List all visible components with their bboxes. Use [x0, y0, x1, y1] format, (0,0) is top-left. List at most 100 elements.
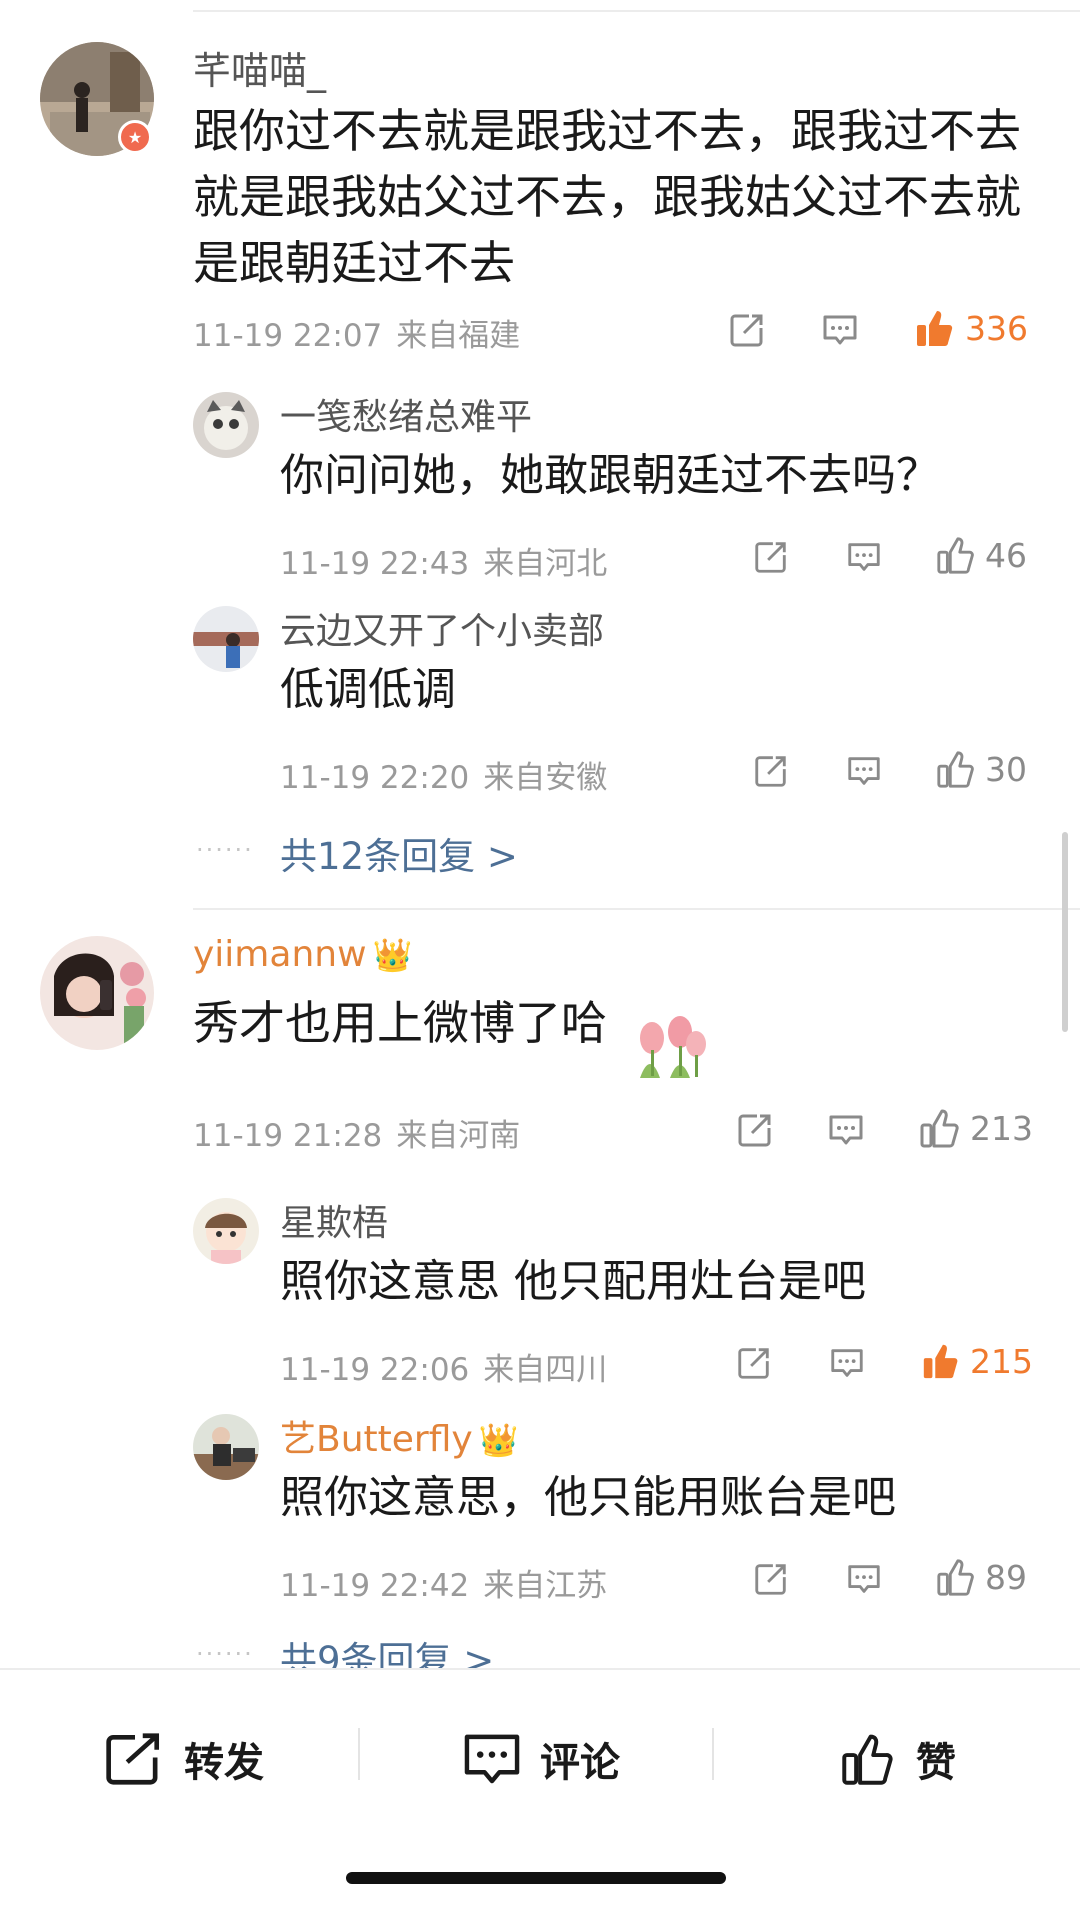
home-indicator[interactable]	[346, 1872, 726, 1884]
like-icon	[917, 311, 953, 346]
separator	[358, 1728, 360, 1780]
bottom-action-bar: 转发 评论 赞	[0, 1668, 1080, 1923]
reply-username[interactable]: 一笺愁绪总难平	[280, 388, 532, 440]
reply-meta: 11-19 22:06 来自四川	[280, 1344, 607, 1389]
comment-meta: 11-19 21:28 来自河南	[193, 1110, 520, 1155]
comment-button[interactable]	[845, 752, 883, 790]
comment-button[interactable]	[826, 1110, 866, 1150]
divider-dots: ······	[196, 836, 254, 864]
like-count: 213	[970, 1108, 1033, 1148]
like-icon	[937, 1559, 974, 1596]
reply-location: 来自安徽	[483, 760, 608, 796]
comment-button[interactable]	[828, 1344, 866, 1382]
separator	[712, 1728, 714, 1780]
scrollbar[interactable]	[1062, 832, 1068, 1032]
like-icon	[920, 1109, 959, 1148]
comment-icon	[848, 543, 880, 571]
repost-icon	[738, 1348, 769, 1379]
like-icon	[937, 537, 974, 574]
section-divider	[193, 908, 1080, 910]
username-text: 艺Butterfly	[280, 1419, 473, 1460]
crown-icon: 👑	[372, 936, 413, 974]
comment-location: 来自福建	[396, 318, 521, 354]
comment-username[interactable]: yiimannw 👑	[193, 934, 412, 975]
repost-icon	[755, 1564, 786, 1595]
repost-icon	[106, 1733, 160, 1785]
reply-meta: 11-19 22:42 来自江苏	[280, 1560, 607, 1605]
reply-location: 来自江苏	[483, 1568, 608, 1604]
like-count: 46	[985, 535, 1027, 575]
like-count: 336	[965, 308, 1028, 348]
repost-icon	[730, 314, 763, 347]
comment-button[interactable]	[845, 1560, 883, 1598]
top-divider	[193, 10, 1080, 12]
divider-dots: ······	[196, 1640, 254, 1668]
reply-text: 低调低调	[280, 664, 456, 715]
like-button[interactable]: 213	[918, 1106, 1033, 1150]
repost-icon	[738, 1114, 771, 1147]
verified-badge-icon: ★	[118, 120, 152, 154]
crown-icon: 👑	[478, 1421, 519, 1459]
reply-text: 照你这意思 他只配用灶台是吧	[280, 1256, 866, 1307]
like-button[interactable]: 30	[935, 748, 1027, 790]
reply-time: 11-19 22:20	[280, 760, 470, 796]
avatar[interactable]	[193, 606, 259, 672]
comment-icon	[464, 1734, 520, 1784]
reply-location: 来自四川	[483, 1352, 608, 1388]
more-replies-link[interactable]: 共12条回复 >	[280, 826, 518, 880]
like-button[interactable]: 89	[935, 1556, 1027, 1598]
reply-username[interactable]: 云边又开了个小卖部	[280, 602, 604, 654]
comment-icon	[823, 315, 857, 345]
like-count: 30	[985, 749, 1027, 789]
avatar[interactable]	[193, 1414, 259, 1480]
comment-button[interactable]: 评论	[462, 1730, 620, 1788]
repost-button[interactable]	[752, 538, 790, 576]
username-text: yiimannw	[193, 934, 367, 975]
like-icon	[842, 1734, 893, 1785]
like-button[interactable]: 46	[935, 534, 1027, 576]
reply-time: 11-19 22:06	[280, 1352, 470, 1388]
reply-time: 11-19 22:43	[280, 546, 470, 582]
comment-text: 跟你过不去就是跟我过不去，跟我过不去就是跟我姑父过不去，跟我姑父过不去就是跟朝廷…	[193, 104, 1021, 290]
repost-label: 转发	[184, 1740, 264, 1786]
like-count: 215	[970, 1341, 1033, 1381]
reply-meta: 11-19 22:20 来自安徽	[280, 752, 607, 797]
repost-button[interactable]	[735, 1110, 775, 1150]
comment-time: 11-19 21:28	[193, 1118, 383, 1154]
comment-icon	[848, 1565, 880, 1593]
like-button[interactable]: 215	[920, 1340, 1033, 1382]
tulip-sticker-icon	[640, 1016, 706, 1078]
avatar[interactable]	[193, 1198, 259, 1264]
like-count: 89	[985, 1557, 1027, 1597]
repost-icon	[755, 756, 786, 787]
reply-username[interactable]: 星欺梧	[280, 1194, 388, 1246]
reply-meta: 11-19 22:43 来自河北	[280, 538, 607, 583]
repost-button[interactable]	[752, 1560, 790, 1598]
avatar[interactable]	[193, 392, 259, 458]
comment-time: 11-19 22:07	[193, 318, 383, 354]
comment-icon	[831, 1349, 863, 1377]
comment-meta: 11-19 22:07 来自福建	[193, 310, 520, 355]
like-label: 赞	[916, 1740, 956, 1786]
comment-button[interactable]	[820, 310, 860, 350]
comment-location: 来自河南	[396, 1118, 521, 1154]
reply-time: 11-19 22:42	[280, 1568, 470, 1604]
like-icon	[937, 751, 974, 788]
comment-label: 评论	[540, 1740, 620, 1786]
comment-icon	[848, 757, 880, 785]
like-icon	[923, 1344, 958, 1379]
repost-button[interactable]: 转发	[104, 1730, 264, 1788]
reply-text: 照你这意思，他只能用账台是吧	[280, 1472, 896, 1523]
repost-button[interactable]	[735, 1344, 773, 1382]
reply-text: 你问问她，她敢跟朝廷过不去吗？	[280, 450, 940, 501]
like-button[interactable]: 赞	[838, 1730, 956, 1788]
avatar[interactable]	[40, 936, 154, 1050]
comment-username[interactable]: 芊喵喵_	[193, 40, 326, 95]
comment-button[interactable]	[845, 538, 883, 576]
reply-location: 来自河北	[483, 546, 608, 582]
like-button[interactable]: 336	[913, 306, 1028, 350]
repost-button[interactable]	[752, 752, 790, 790]
comment-icon	[829, 1115, 863, 1145]
repost-button[interactable]	[727, 310, 767, 350]
reply-username[interactable]: 艺Butterfly 👑	[280, 1410, 519, 1462]
